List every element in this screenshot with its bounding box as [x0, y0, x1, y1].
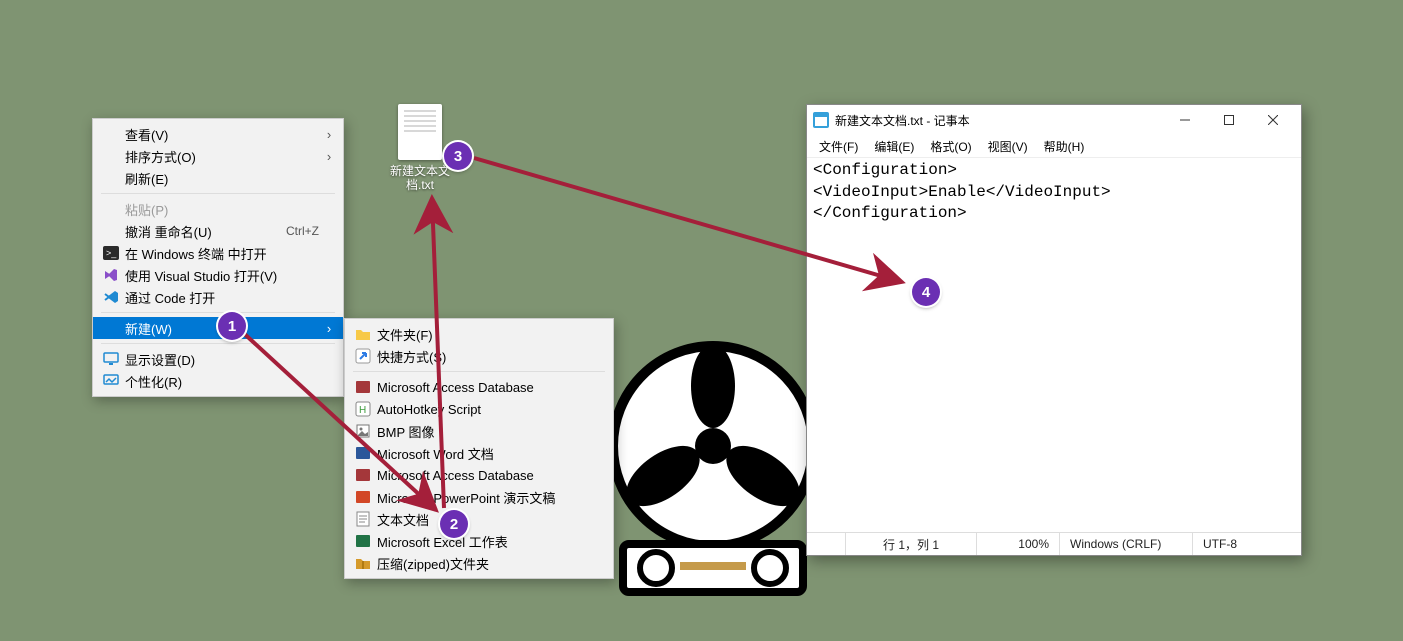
menu-item-label: Microsoft Access Database — [373, 468, 593, 483]
context_new-item[interactable]: Microsoft Access Database — [345, 464, 613, 486]
context_main-item[interactable]: 撤消 重命名(U)Ctrl+Z — [93, 220, 343, 242]
menu-item-label: 在 Windows 终端 中打开 — [121, 244, 323, 263]
menu-item-label: 使用 Visual Studio 打开(V) — [121, 266, 323, 285]
wallpaper-cartoon — [608, 326, 818, 596]
notepad-app-icon — [813, 112, 829, 128]
menu-item-label: 文本文档 — [373, 510, 593, 529]
menu-item-label: 排序方式(O) — [121, 147, 323, 166]
folder-icon — [353, 327, 373, 341]
status-encoding: UTF-8 — [1192, 533, 1301, 555]
menu-item-label: 撤消 重命名(U) — [121, 222, 286, 241]
visualstudio-icon — [101, 267, 121, 283]
context_new-item[interactable]: Microsoft Excel 工作表 — [345, 530, 613, 552]
notepad-menubar: 文件(F)编辑(E)格式(O)视图(V)帮助(H) — [807, 135, 1301, 158]
context_new-item[interactable]: Microsoft PowerPoint 演示文稿 — [345, 486, 613, 508]
menu-item-label: 文件夹(F) — [373, 325, 593, 344]
file-page-icon — [398, 104, 442, 160]
context-menu-desktop: 查看(V)›排序方式(O)›刷新(E)粘贴(P)撤消 重命名(U)Ctrl+Z>… — [92, 118, 344, 397]
menu-separator — [101, 312, 335, 313]
notepad-menu-item[interactable]: 格式(O) — [922, 138, 979, 155]
context_new-item[interactable]: 压缩(zipped)文件夹 — [345, 552, 613, 574]
notepad-window: 新建文本文档.txt - 记事本 文件(F)编辑(E)格式(O)视图(V)帮助(… — [806, 104, 1302, 556]
menu-item-label: 刷新(E) — [121, 169, 323, 188]
context_main-item[interactable]: 排序方式(O)› — [93, 145, 343, 167]
notepad-title: 新建文本文档.txt - 记事本 — [835, 112, 1163, 129]
maximize-button[interactable] — [1207, 106, 1251, 134]
menu-item-label: 通过 Code 打开 — [121, 288, 323, 307]
step-bubble-3: 3 — [444, 142, 472, 170]
ahk-icon: H — [353, 401, 373, 417]
svg-text:H: H — [359, 405, 366, 416]
context_main-item[interactable]: 个性化(R) — [93, 370, 343, 392]
ppt-icon — [353, 489, 373, 505]
step-bubble-2: 2 — [440, 510, 468, 538]
context_main-item[interactable]: >_ 在 Windows 终端 中打开 — [93, 242, 343, 264]
file-label: 新建文本文 档.txt — [390, 164, 450, 193]
notepad-menu-item[interactable]: 帮助(H) — [1036, 138, 1093, 155]
context_main-item[interactable]: 通过 Code 打开 — [93, 286, 343, 308]
minimize-button[interactable] — [1163, 106, 1207, 134]
step-bubble-1: 1 — [218, 312, 246, 340]
status-eol: Windows (CRLF) — [1059, 533, 1192, 555]
menu-item-shortcut: Ctrl+Z — [286, 224, 323, 238]
menu-item-label: 显示设置(D) — [121, 350, 323, 369]
context_new-item[interactable]: BMP 图像 — [345, 420, 613, 442]
word-icon — [353, 445, 373, 461]
access-icon — [353, 379, 373, 395]
bmp-icon — [353, 423, 373, 439]
menu-item-label: Microsoft Word 文档 — [373, 444, 593, 463]
menu-separator — [353, 371, 605, 372]
txt-icon — [353, 511, 373, 527]
context_main-item[interactable]: 使用 Visual Studio 打开(V) — [93, 264, 343, 286]
step-bubble-4: 4 — [912, 278, 940, 306]
notepad-statusbar: 行 1，列 1 100% Windows (CRLF) UTF-8 — [807, 532, 1301, 555]
status-zoom: 100% — [976, 533, 1059, 555]
excel-icon — [353, 533, 373, 549]
svg-text:>_: >_ — [106, 248, 117, 258]
context_new-item[interactable]: 快捷方式(S) — [345, 345, 613, 367]
notepad-menu-item[interactable]: 编辑(E) — [866, 138, 922, 155]
menu-item-label: Microsoft Excel 工作表 — [373, 532, 593, 551]
menu-item-label: Microsoft PowerPoint 演示文稿 — [373, 488, 593, 507]
display-icon — [101, 352, 121, 366]
chevron-right-icon: › — [323, 149, 335, 164]
access-icon — [353, 467, 373, 483]
menu-item-label: BMP 图像 — [373, 422, 593, 441]
menu-separator — [101, 193, 335, 194]
context_main-item[interactable]: 查看(V)› — [93, 123, 343, 145]
menu-item-label: 粘贴(P) — [121, 200, 323, 219]
context_main-item: 粘贴(P) — [93, 198, 343, 220]
context_new-item[interactable]: 文件夹(F) — [345, 323, 613, 345]
context_new-item[interactable]: Microsoft Access Database — [345, 376, 613, 398]
zip-icon — [353, 556, 373, 570]
menu-item-label: 查看(V) — [121, 125, 323, 144]
notepad-titlebar[interactable]: 新建文本文档.txt - 记事本 — [807, 105, 1301, 135]
menu-item-label: 压缩(zipped)文件夹 — [373, 554, 593, 573]
context-menu-new: 文件夹(F) 快捷方式(S) Microsoft Access Database HA… — [344, 318, 614, 579]
context_main-item[interactable]: 刷新(E) — [93, 167, 343, 189]
notepad-menu-item[interactable]: 视图(V) — [980, 138, 1036, 155]
terminal-icon: >_ — [101, 246, 121, 260]
personalize-icon — [101, 374, 121, 388]
chevron-right-icon: › — [323, 321, 335, 336]
context_main-item[interactable]: 显示设置(D) — [93, 348, 343, 370]
desktop-file-newtxt[interactable]: 新建文本文 档.txt — [390, 104, 450, 193]
shortcut-icon — [353, 348, 373, 364]
menu-item-label: Microsoft Access Database — [373, 380, 593, 395]
status-position: 行 1，列 1 — [845, 533, 976, 555]
context_new-item[interactable]: 文本文档 — [345, 508, 613, 530]
menu-item-label: 快捷方式(S) — [373, 347, 593, 366]
context_new-item[interactable]: Microsoft Word 文档 — [345, 442, 613, 464]
chevron-right-icon: › — [323, 127, 335, 142]
menu-item-label: 个性化(R) — [121, 372, 323, 391]
notepad-text-area[interactable]: <Configuration> <VideoInput>Enable</Vide… — [807, 158, 1301, 532]
menu-separator — [101, 343, 335, 344]
close-button[interactable] — [1251, 106, 1295, 134]
context_new-item[interactable]: H AutoHotkey Script — [345, 398, 613, 420]
notepad-menu-item[interactable]: 文件(F) — [811, 138, 866, 155]
vscode-icon — [101, 289, 121, 305]
menu-item-label: AutoHotkey Script — [373, 402, 593, 417]
